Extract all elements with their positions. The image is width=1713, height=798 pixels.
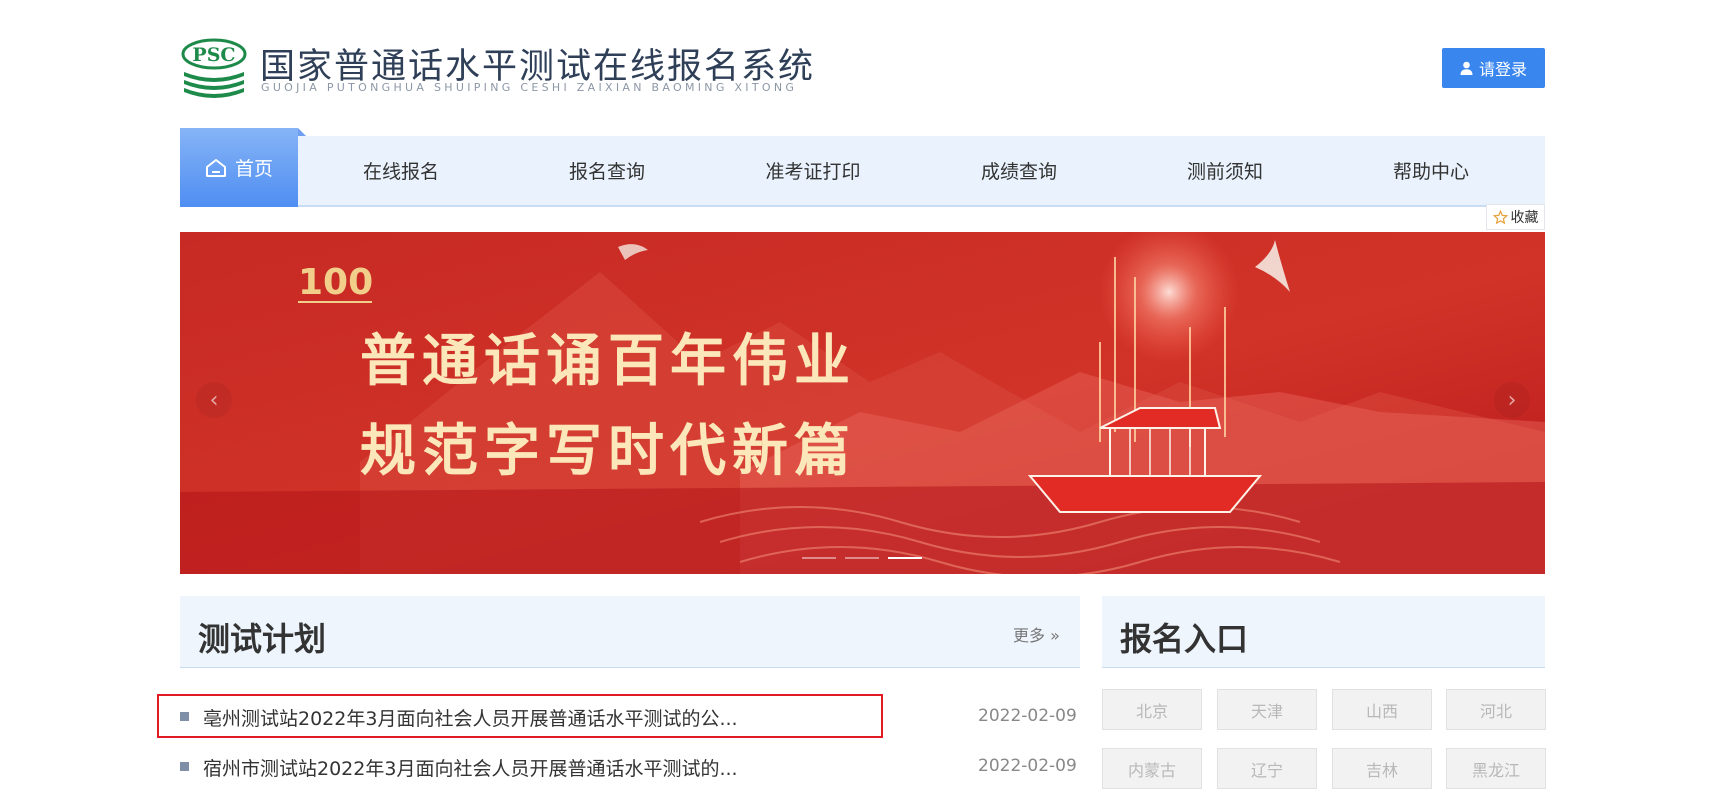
logo-text: PSC xyxy=(192,44,235,66)
banner-image: 100 普通话诵百年伟业 规范字写时代新篇 xyxy=(180,232,1545,574)
banner-prev-button[interactable]: ‹ xyxy=(196,382,232,418)
svg-text:100: 100 xyxy=(298,262,373,303)
province-button-beijing[interactable]: 北京 xyxy=(1102,689,1202,730)
province-button-tianjin[interactable]: 天津 xyxy=(1217,689,1317,730)
banner-line-2: 规范字写时代新篇 xyxy=(360,418,856,484)
login-button[interactable]: 请登录 xyxy=(1442,48,1545,88)
star-icon xyxy=(1492,209,1508,224)
favorite-label: 收藏 xyxy=(1510,210,1539,226)
province-button-shanxi[interactable]: 山西 xyxy=(1332,689,1432,730)
nav-home-label: 首页 xyxy=(234,158,273,180)
news-date: 2022-02-09 xyxy=(978,706,1077,726)
home-icon xyxy=(205,158,226,177)
highlight-box xyxy=(157,694,883,738)
banner-next-button[interactable]: › xyxy=(1494,382,1530,418)
nav-item-admission-ticket[interactable]: 准考证打印 xyxy=(710,136,916,205)
nav-item-test-notice[interactable]: 测前须知 xyxy=(1122,136,1328,205)
centenary-logo: 100 xyxy=(298,262,373,303)
test-plan-more-link[interactable]: 更多 » xyxy=(1013,622,1060,646)
news-date: 2022-02-09 xyxy=(978,756,1077,776)
more-label: 更多 xyxy=(1013,626,1046,645)
banner-carousel[interactable]: 100 普通话诵百年伟业 规范字写时代新篇 xyxy=(180,232,1545,574)
bullet-icon xyxy=(180,762,189,771)
province-button-neimenggu[interactable]: 内蒙古 xyxy=(1102,748,1202,789)
site-subtitle: GUOJIA PUTONGHUA SHUIPING CESHI ZAIXIAN … xyxy=(261,81,798,94)
carousel-dot-1[interactable] xyxy=(802,557,836,559)
favorite-button[interactable]: 收藏 xyxy=(1486,204,1545,230)
carousel-dot-2[interactable] xyxy=(845,557,879,559)
nav-home-fold xyxy=(298,128,306,136)
province-button-heilongjiang[interactable]: 黑龙江 xyxy=(1446,748,1546,789)
test-plan-title: 测试计划 xyxy=(198,620,327,658)
login-label: 请登录 xyxy=(1478,60,1527,79)
registration-entry-title: 报名入口 xyxy=(1120,620,1249,658)
carousel-dot-3[interactable] xyxy=(888,557,922,559)
province-button-jilin[interactable]: 吉林 xyxy=(1332,748,1432,789)
province-button-hebei[interactable]: 河北 xyxy=(1446,689,1546,730)
nav-item-registration-query[interactable]: 报名查询 xyxy=(504,136,710,205)
news-title[interactable]: 宿州市测试站2022年3月面向社会人员开展普通话水平测试的... xyxy=(203,754,738,781)
user-icon xyxy=(1460,61,1473,75)
psc-logo[interactable]: PSC xyxy=(180,38,250,102)
banner-line-1: 普通话诵百年伟业 xyxy=(360,328,856,394)
news-item[interactable]: 宿州市测试站2022年3月面向社会人员开展普通话水平测试的... 2022-02… xyxy=(180,746,1080,786)
double-chevron-right-icon: » xyxy=(1050,626,1060,645)
nav-item-help-center[interactable]: 帮助中心 xyxy=(1328,136,1534,205)
province-button-liaoning[interactable]: 辽宁 xyxy=(1217,748,1317,789)
nav-item-home[interactable]: 首页 xyxy=(180,128,298,207)
nav-item-online-registration[interactable]: 在线报名 xyxy=(298,136,504,205)
nav-item-score-query[interactable]: 成绩查询 xyxy=(916,136,1122,205)
